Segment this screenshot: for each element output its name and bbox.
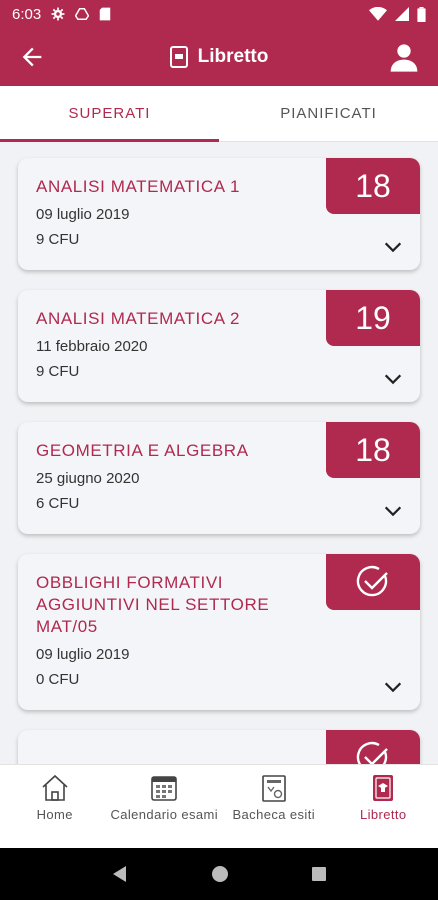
grade-badge xyxy=(326,730,420,764)
exam-cfu: 9 CFU xyxy=(36,231,80,248)
sd-card-icon xyxy=(99,7,111,21)
grade-badge xyxy=(326,554,420,610)
book-icon xyxy=(373,775,394,801)
back-arrow-icon[interactable] xyxy=(18,43,46,71)
nav-home[interactable]: Home xyxy=(0,765,110,848)
recents-nav-icon[interactable] xyxy=(311,866,327,882)
exam-card[interactable]: ANALISI MATEMATICA 2 11 febbraio 2020 9 … xyxy=(18,290,420,402)
home-nav-icon[interactable] xyxy=(211,865,229,883)
nav-label: Home xyxy=(36,807,73,822)
grade-badge: 18 xyxy=(326,158,420,214)
chevron-down-icon[interactable] xyxy=(382,368,404,390)
wifi-icon xyxy=(369,7,387,21)
exam-card[interactable]: GEOMETRIA E ALGEBRA 25 giugno 2020 6 CFU… xyxy=(18,422,420,534)
grade-badge: 18 xyxy=(326,422,420,478)
calendar-icon xyxy=(151,776,178,801)
exam-card-partial[interactable] xyxy=(18,730,420,764)
settings-icon xyxy=(51,7,65,21)
exam-date: 09 luglio 2019 xyxy=(36,646,130,663)
nav-bacheca-esiti[interactable]: Bacheca esiti xyxy=(219,765,329,848)
tab-superati[interactable]: SUPERATI xyxy=(0,86,219,142)
drive-icon xyxy=(75,8,90,20)
exam-cfu: 0 CFU xyxy=(36,671,80,688)
exam-card[interactable]: ANALISI MATEMATICA 1 09 luglio 2019 9 CF… xyxy=(18,158,420,270)
tab-bar: SUPERATI PIANIFICATI xyxy=(0,86,438,142)
status-time: 6:03 xyxy=(12,5,42,23)
libretto-icon xyxy=(169,46,188,68)
nav-label: Libretto xyxy=(359,807,407,822)
nav-label: Calendario esami xyxy=(110,807,219,822)
app-bar: Libretto xyxy=(0,28,438,86)
nav-label: Bacheca esiti xyxy=(232,807,316,822)
back-nav-icon[interactable] xyxy=(111,865,129,883)
app-bar-title-group: Libretto xyxy=(0,28,438,86)
bottom-nav: Home Calendario esami Bacheca esiti Libr… xyxy=(0,764,438,848)
tab-pianificati[interactable]: PIANIFICATI xyxy=(219,86,438,141)
exam-cfu: 9 CFU xyxy=(36,363,80,380)
check-circle-icon xyxy=(356,741,388,764)
check-circle-icon xyxy=(356,565,388,597)
nav-calendario-esami[interactable]: Calendario esami xyxy=(110,765,220,848)
page-title: Libretto xyxy=(197,46,269,67)
chevron-down-icon[interactable] xyxy=(382,676,404,698)
exam-cfu: 6 CFU xyxy=(36,495,80,512)
exam-card[interactable]: OBBLIGHI FORMATIVI AGGIUNTIVI NEL SETTOR… xyxy=(18,554,420,710)
board-icon xyxy=(261,775,286,802)
grade-badge: 19 xyxy=(326,290,420,346)
exam-list[interactable]: ANALISI MATEMATICA 1 09 luglio 2019 9 CF… xyxy=(0,142,438,764)
nav-libretto[interactable]: Libretto xyxy=(329,765,438,848)
profile-icon[interactable] xyxy=(388,41,420,73)
signal-icon xyxy=(395,7,409,21)
chevron-down-icon[interactable] xyxy=(382,236,404,258)
battery-icon xyxy=(417,6,426,22)
status-bar: 6:03 xyxy=(0,0,438,28)
home-icon xyxy=(42,774,68,801)
chevron-down-icon[interactable] xyxy=(382,500,404,522)
system-nav-bar xyxy=(0,848,438,900)
